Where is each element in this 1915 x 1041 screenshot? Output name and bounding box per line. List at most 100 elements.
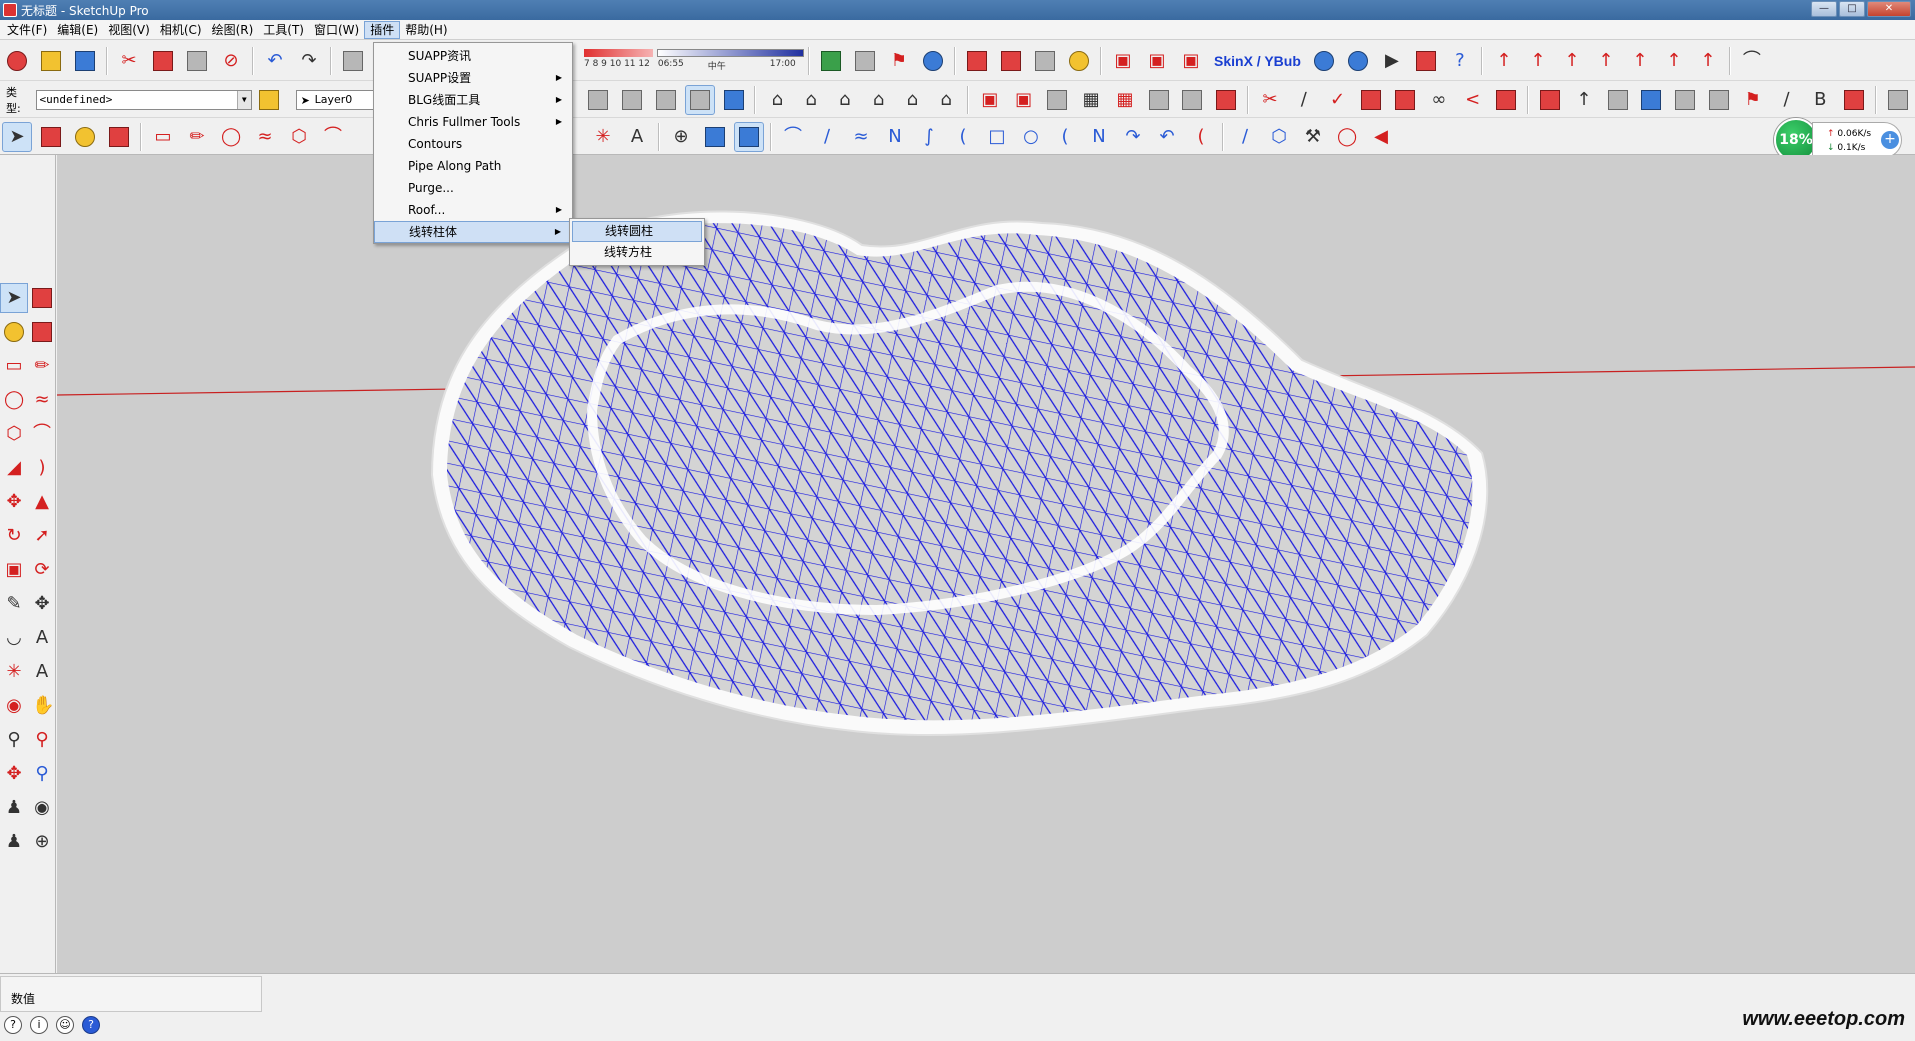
palette-paint-tool[interactable] (0, 317, 28, 347)
view-left-button[interactable]: ⌂ (931, 85, 961, 115)
palette-pan-tool[interactable]: ✋ (28, 691, 56, 721)
palette-pushpull-tool[interactable]: ▲ (28, 487, 56, 517)
submenu-item-cylinder[interactable]: 线转圆柱 (572, 221, 702, 242)
menu-item-line-to-column[interactable]: 线转柱体 ▶ (374, 221, 572, 243)
menu-camera[interactable]: 相机(C) (155, 21, 207, 39)
submenu-item-square-column[interactable]: 线转方柱 (572, 242, 702, 263)
view-back-button[interactable]: ⌂ (897, 85, 927, 115)
print-button[interactable] (338, 46, 368, 76)
view-front-button[interactable]: ⌂ (830, 85, 860, 115)
palette-3dtext-tool[interactable]: A (28, 657, 56, 687)
info-status-icon[interactable]: i (30, 1016, 48, 1034)
plugin-row2-4[interactable]: ▦ (1076, 85, 1106, 115)
shadow-sliders[interactable] (584, 49, 804, 57)
axes-tool[interactable]: ✳ (588, 122, 618, 152)
bezier-tool-5[interactable]: ∫ (914, 122, 944, 152)
palette-rotate-tool[interactable]: ↻ (0, 521, 28, 551)
plugin-row2-10[interactable]: ∕ (1289, 85, 1319, 115)
plugin-row2-11[interactable]: ✓ (1323, 85, 1353, 115)
bezier-tool-8[interactable]: ○ (1016, 122, 1046, 152)
menu-item-purge[interactable]: Purge... (374, 177, 572, 199)
menu-tools[interactable]: 工具(T) (258, 21, 309, 39)
bezier-tool-9[interactable]: ( (1050, 122, 1080, 152)
align-tool-5[interactable]: ↑ (1625, 46, 1655, 76)
bezier-tool-7[interactable]: □ (982, 122, 1012, 152)
redo-button[interactable]: ↷ (294, 46, 324, 76)
arc-tool[interactable]: ⌒ (318, 122, 348, 152)
style-texture-button[interactable] (719, 85, 749, 115)
section-cut-tool[interactable] (734, 121, 764, 152)
plugin-row2-6[interactable] (1144, 85, 1174, 115)
palette-tape-tool[interactable]: ✎ (0, 589, 28, 619)
cut-button[interactable]: ✂ (114, 46, 144, 76)
polygon-tool[interactable]: ⬡ (284, 122, 314, 152)
palette-polygon-tool[interactable]: ⬡ (0, 419, 28, 449)
plugin-row2-26[interactable] (1883, 85, 1913, 115)
menu-item-pipe-along-path[interactable]: Pipe Along Path (374, 155, 572, 177)
menu-plugins[interactable]: 插件 (364, 20, 401, 39)
plugin-tool-1[interactable] (962, 46, 992, 76)
menu-view[interactable]: 视图(V) (103, 21, 155, 39)
maximize-button[interactable]: □ (1839, 1, 1865, 17)
menu-help[interactable]: 帮助(H) (400, 21, 452, 39)
bezier-tool-18[interactable]: ◀ (1366, 122, 1396, 152)
undo-button[interactable]: ↶ (260, 46, 290, 76)
plugin-tool-2[interactable] (996, 46, 1026, 76)
view-top-button[interactable]: ⌂ (796, 85, 826, 115)
plugin-row2-22[interactable] (1704, 85, 1734, 115)
shadow-settings-widget[interactable]: 7 8 9 10 11 12 06:55 中午 17:00 (584, 49, 804, 72)
plugin-row2-9[interactable]: ✂ (1255, 85, 1285, 115)
user-status-icon[interactable]: ☺ (56, 1016, 74, 1034)
view-right-button[interactable]: ⌂ (864, 85, 894, 115)
close-button[interactable]: ✕ (1867, 1, 1911, 17)
plus-icon[interactable]: + (1881, 131, 1899, 149)
paint-tool[interactable] (70, 122, 100, 152)
bezier-tool-10[interactable]: N (1084, 122, 1114, 152)
geo-status-icon[interactable]: ? (4, 1016, 22, 1034)
menu-edit[interactable]: 编辑(E) (52, 21, 103, 39)
palette-offset-tool[interactable]: ⟳ (28, 555, 56, 585)
model-canvas[interactable] (57, 155, 1915, 973)
menu-item-blg-tools[interactable]: BLG线面工具 ▶ (374, 89, 572, 111)
save-button[interactable] (70, 46, 100, 76)
photo-texture-button[interactable] (850, 46, 880, 76)
align-tool-4[interactable]: ↑ (1591, 46, 1621, 76)
palette-pie-tool[interactable]: ◢ (0, 453, 28, 483)
plugin-tool-3[interactable] (1030, 46, 1060, 76)
suapp-button[interactable] (1839, 85, 1869, 115)
plugin-row2-12[interactable] (1356, 85, 1386, 115)
add-location-button[interactable]: ⚑ (884, 46, 914, 76)
bezier-tool-17[interactable]: ◯ (1332, 122, 1362, 152)
bezier-tool-16[interactable]: ⚒ (1298, 122, 1328, 152)
menu-item-suapp-settings[interactable]: SUAPP设置 ▶ (374, 67, 572, 89)
plugin-row2-14[interactable]: ∞ (1424, 85, 1454, 115)
palette-followme-tool[interactable]: ➚ (28, 521, 56, 551)
paste-button[interactable] (182, 46, 212, 76)
palette-section-tool[interactable]: ⊕ (28, 827, 56, 857)
section-button-2[interactable]: ▣ (1142, 46, 1172, 76)
style-xray-button[interactable] (584, 85, 614, 115)
plugin-row2-7[interactable] (1178, 85, 1208, 115)
help-status-icon[interactable]: ? (82, 1016, 100, 1034)
open-button[interactable] (36, 46, 66, 76)
plugin-row2-17[interactable] (1535, 85, 1565, 115)
plugin-row2-15[interactable]: < (1458, 85, 1488, 115)
eraser-tool[interactable] (104, 122, 134, 152)
style-shaded-button[interactable] (684, 84, 715, 115)
palette-lookaround-tool[interactable]: ◉ (28, 793, 56, 823)
time-slider[interactable] (656, 49, 804, 57)
plugin-row2-21[interactable] (1670, 85, 1700, 115)
menu-item-roof[interactable]: Roof... ▶ (374, 199, 572, 221)
palette-rectangle-tool[interactable]: ▭ (0, 351, 28, 381)
palette-arc-tool[interactable]: ⌒ (28, 419, 56, 449)
bezier-tool-11[interactable]: ↷ (1118, 122, 1148, 152)
freehand-tool[interactable]: ≈ (250, 122, 280, 152)
bezier-tool-15[interactable]: ⬡ (1264, 122, 1294, 152)
section-button-3[interactable]: ▣ (1176, 46, 1206, 76)
text-3d-tool[interactable]: A (622, 122, 652, 152)
menu-window[interactable]: 窗口(W) (309, 21, 364, 39)
palette-select-tool[interactable]: ➤ (0, 283, 28, 313)
select-tool[interactable]: ➤ (2, 121, 32, 152)
plugin-row2-5[interactable]: ▦ (1110, 85, 1140, 115)
plugin-row2-25[interactable]: B (1805, 85, 1835, 115)
